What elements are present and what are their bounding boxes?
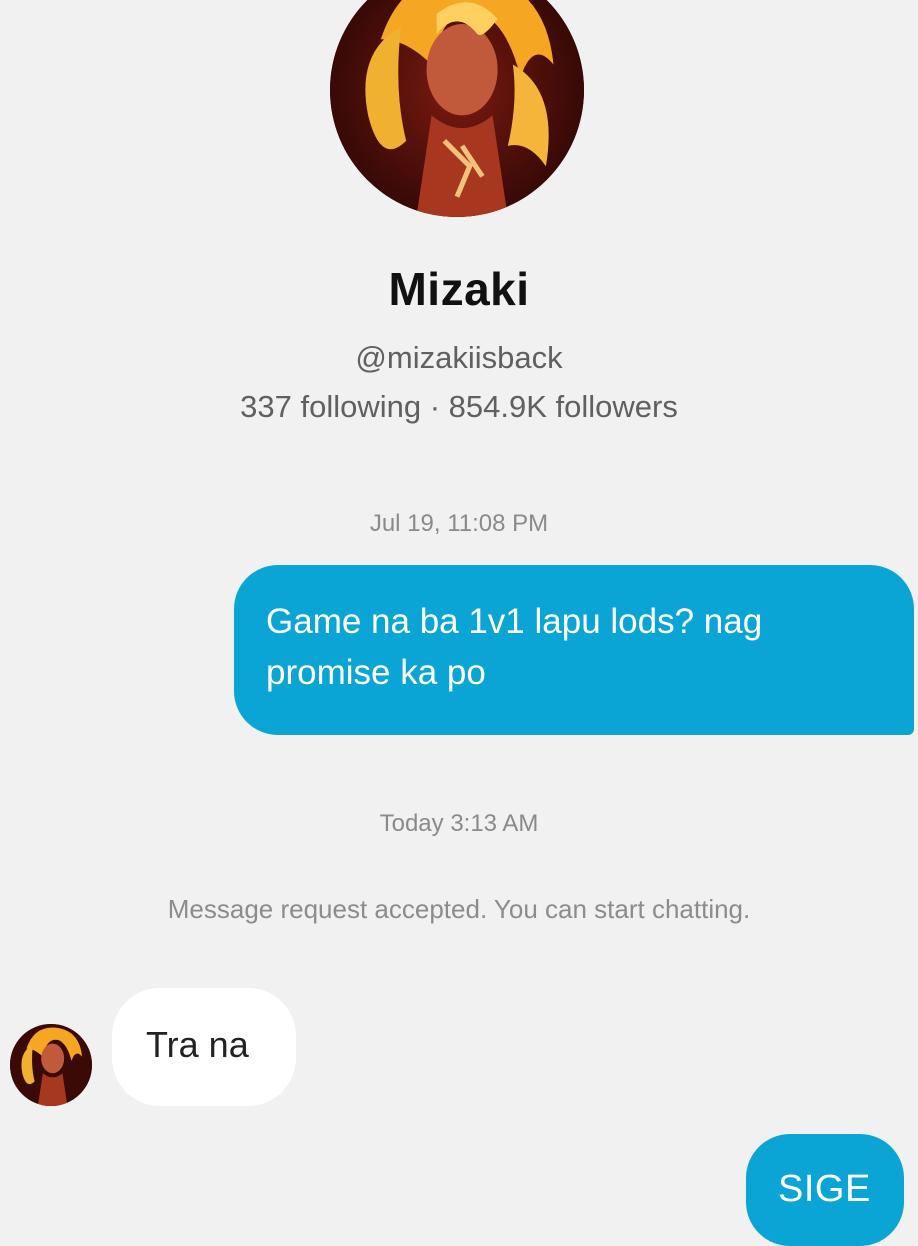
anime-character-avatar-icon [330,0,584,217]
profile-avatar[interactable] [330,0,584,217]
sent-message-bubble[interactable]: SIGE [746,1134,904,1246]
system-notice: Message request accepted. You can start … [167,894,751,924]
message-timestamp: Jul 19, 11:08 PM [369,510,549,537]
profile-name: Mizaki [388,263,530,315]
received-message-bubble[interactable]: Tra na [112,988,296,1106]
profile-handle: @mizakiisback [355,340,563,375]
anime-character-avatar-icon [10,1024,92,1106]
sent-message-bubble[interactable]: Game na ba 1v1 lapu lods? nag promise ka… [234,565,914,735]
profile-stats: 337 following · 854.9K followers [240,389,678,424]
message-timestamp: Today 3:13 AM [379,810,539,837]
sender-avatar[interactable] [10,1024,92,1106]
